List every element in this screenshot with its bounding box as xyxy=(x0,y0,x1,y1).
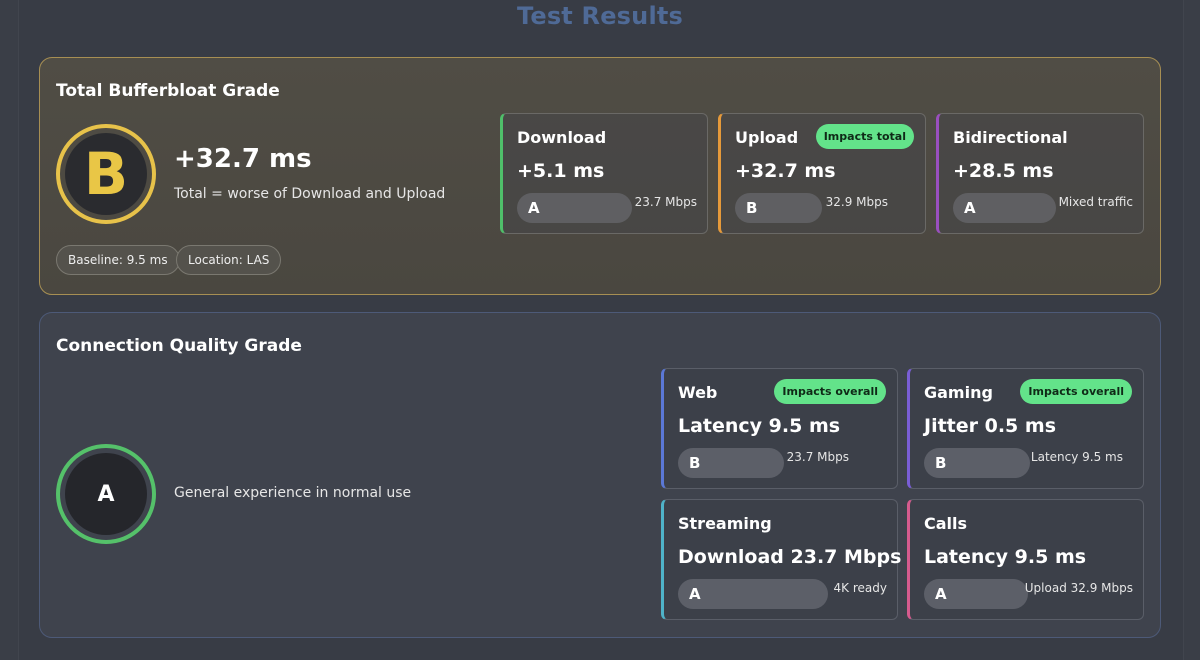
streaming-grade-bar: A xyxy=(678,579,828,609)
web-card-value: Latency 9.5 ms xyxy=(678,415,841,437)
quality-grade-circle: A xyxy=(56,444,156,544)
quality-subtitle: General experience in normal use xyxy=(174,485,412,501)
web-card-title: Web xyxy=(678,383,718,402)
calls-upload: Upload 32.9 Mbps xyxy=(1024,581,1133,595)
calls-card: Calls Latency 9.5 ms A Upload 32.9 Mbps xyxy=(907,499,1144,620)
connection-quality-panel: Connection Quality Grade A General exper… xyxy=(39,312,1161,638)
upload-card-value: +32.7 ms xyxy=(735,160,836,182)
calls-card-value: Latency 9.5 ms xyxy=(924,546,1087,568)
bidirectional-card: Bidirectional +28.5 ms A Mixed traffic xyxy=(936,113,1144,234)
gaming-grade-bar: B xyxy=(924,448,1030,478)
gaming-card: Gaming Impacts overall Jitter 0.5 ms B L… xyxy=(907,368,1144,489)
upload-card: Upload Impacts total +32.7 ms B 32.9 Mbp… xyxy=(718,113,926,234)
calls-grade-bar: A xyxy=(924,579,1028,609)
bidirectional-card-title: Bidirectional xyxy=(953,128,1068,147)
gaming-card-value: Jitter 0.5 ms xyxy=(924,415,1056,437)
bufferbloat-total-value: +32.7 ms xyxy=(174,144,312,174)
download-card-value: +5.1 ms xyxy=(517,160,605,182)
calls-card-title: Calls xyxy=(924,514,968,533)
streaming-card-value: Download 23.7 Mbps xyxy=(678,546,902,568)
location-pill: Location: LAS xyxy=(176,245,282,275)
download-speed: 23.7 Mbps xyxy=(634,195,697,209)
streaming-card: Streaming Download 23.7 Mbps A 4K ready xyxy=(661,499,902,620)
quality-grade: A xyxy=(97,481,115,507)
bufferbloat-title: Total Bufferbloat Grade xyxy=(56,81,280,101)
impacts-total-badge: Impacts total xyxy=(815,124,914,149)
upload-speed: 32.9 Mbps xyxy=(825,195,888,209)
bufferbloat-grade: B xyxy=(83,140,129,208)
quality-title: Connection Quality Grade xyxy=(56,336,302,356)
web-card: Web Impacts overall Latency 9.5 ms B 23.… xyxy=(661,368,898,489)
gaming-card-title: Gaming xyxy=(924,383,993,402)
download-card-title: Download xyxy=(517,128,607,147)
download-card: Download +5.1 ms A 23.7 Mbps xyxy=(500,113,708,234)
bidirectional-grade-bar: A xyxy=(953,193,1056,223)
web-grade-bar: B xyxy=(678,448,784,478)
bufferbloat-panel: Total Bufferbloat Grade B +32.7 ms Total… xyxy=(39,57,1161,295)
bufferbloat-subtitle: Total = worse of Download and Upload xyxy=(174,186,446,202)
download-grade-bar: A xyxy=(517,193,632,223)
bidirectional-note: Mixed traffic xyxy=(1058,195,1133,209)
web-impacts-overall-badge: Impacts overall xyxy=(774,379,886,404)
streaming-note: 4K ready xyxy=(833,581,887,595)
upload-card-title: Upload xyxy=(735,128,799,147)
page-title: Test Results xyxy=(516,2,684,30)
gaming-impacts-overall-badge: Impacts overall xyxy=(1020,379,1132,404)
web-speed: 23.7 Mbps xyxy=(786,450,849,464)
bufferbloat-grade-circle: B xyxy=(56,124,156,224)
baseline-pill: Baseline: 9.5 ms xyxy=(56,245,180,275)
streaming-card-title: Streaming xyxy=(678,514,772,533)
bidirectional-card-value: +28.5 ms xyxy=(953,160,1054,182)
gaming-latency: Latency 9.5 ms xyxy=(1030,450,1123,464)
upload-grade-bar: B xyxy=(735,193,822,223)
